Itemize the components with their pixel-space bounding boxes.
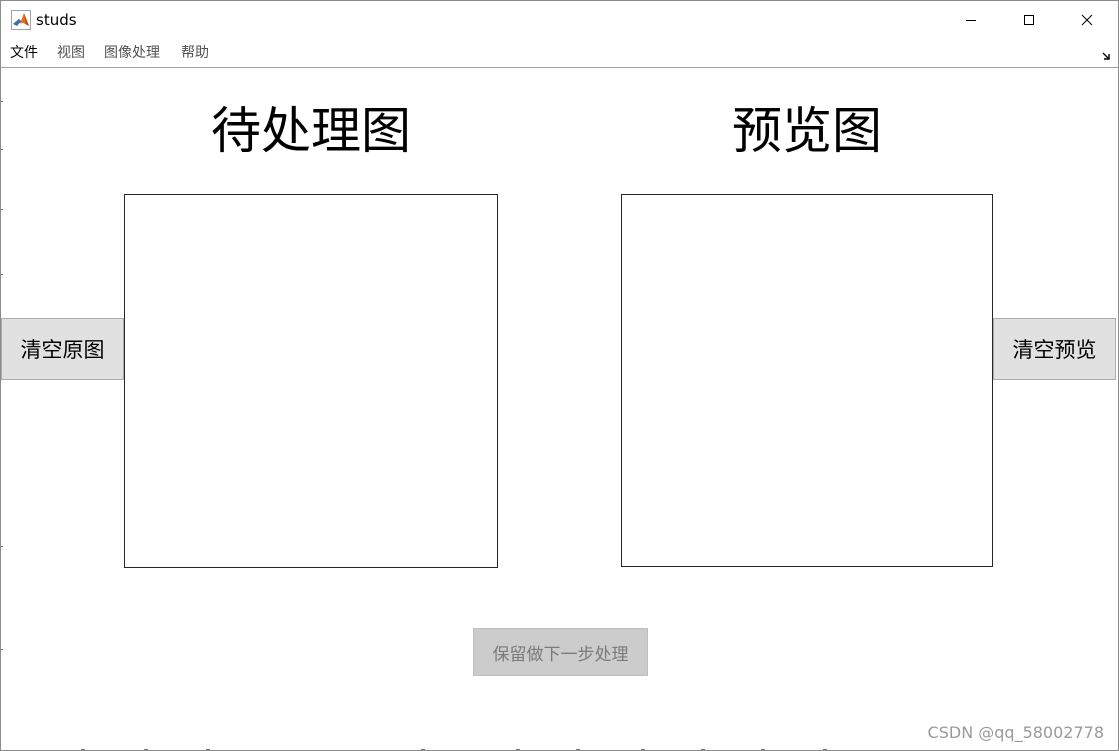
window-title: studs (36, 11, 77, 29)
original-image-axes (124, 194, 498, 568)
edge-tick (81, 749, 85, 750)
app-window: studs 文件 视图 图像处理 帮助 待处理图 预览图 清空原图 清空预览 保… (0, 0, 1119, 751)
preview-image-title: 预览图 (732, 102, 882, 160)
watermark: CSDN @qq_58002778 (927, 723, 1104, 742)
menu-view[interactable]: 视图 (57, 44, 85, 62)
original-image-title: 待处理图 (211, 102, 411, 160)
edge-tick (701, 749, 705, 750)
edge-tick (516, 749, 520, 750)
minimize-button[interactable] (942, 1, 1000, 39)
close-icon (1081, 14, 1093, 26)
maximize-icon (1024, 15, 1034, 25)
edge-tick (206, 749, 210, 750)
menu-arrow-icon[interactable] (1101, 47, 1113, 60)
title-bar: studs (1, 1, 1118, 39)
maximize-button[interactable] (1000, 1, 1058, 39)
keep-for-next-step-button[interactable]: 保留做下一步处理 (473, 628, 648, 676)
edge-tick (1, 274, 3, 275)
menu-bar: 文件 视图 图像处理 帮助 (1, 39, 1118, 68)
edge-tick (144, 749, 148, 750)
menu-file[interactable]: 文件 (10, 44, 38, 62)
edge-tick (1, 649, 3, 650)
menu-image-processing[interactable]: 图像处理 (104, 44, 160, 62)
preview-image-axes (621, 194, 993, 567)
edge-tick (1, 149, 3, 150)
edge-tick (761, 749, 765, 750)
matlab-icon (11, 10, 31, 30)
minimize-icon (966, 20, 976, 21)
close-button[interactable] (1058, 1, 1116, 39)
edge-tick (823, 749, 827, 750)
edge-tick (1, 209, 3, 210)
clear-original-button[interactable]: 清空原图 (1, 318, 124, 380)
edge-tick (641, 749, 645, 750)
edge-tick (1, 101, 3, 102)
clear-preview-button[interactable]: 清空预览 (993, 318, 1116, 380)
menu-help[interactable]: 帮助 (181, 44, 209, 62)
edge-tick (1, 546, 3, 547)
edge-tick (421, 749, 425, 750)
edge-tick (576, 749, 580, 750)
